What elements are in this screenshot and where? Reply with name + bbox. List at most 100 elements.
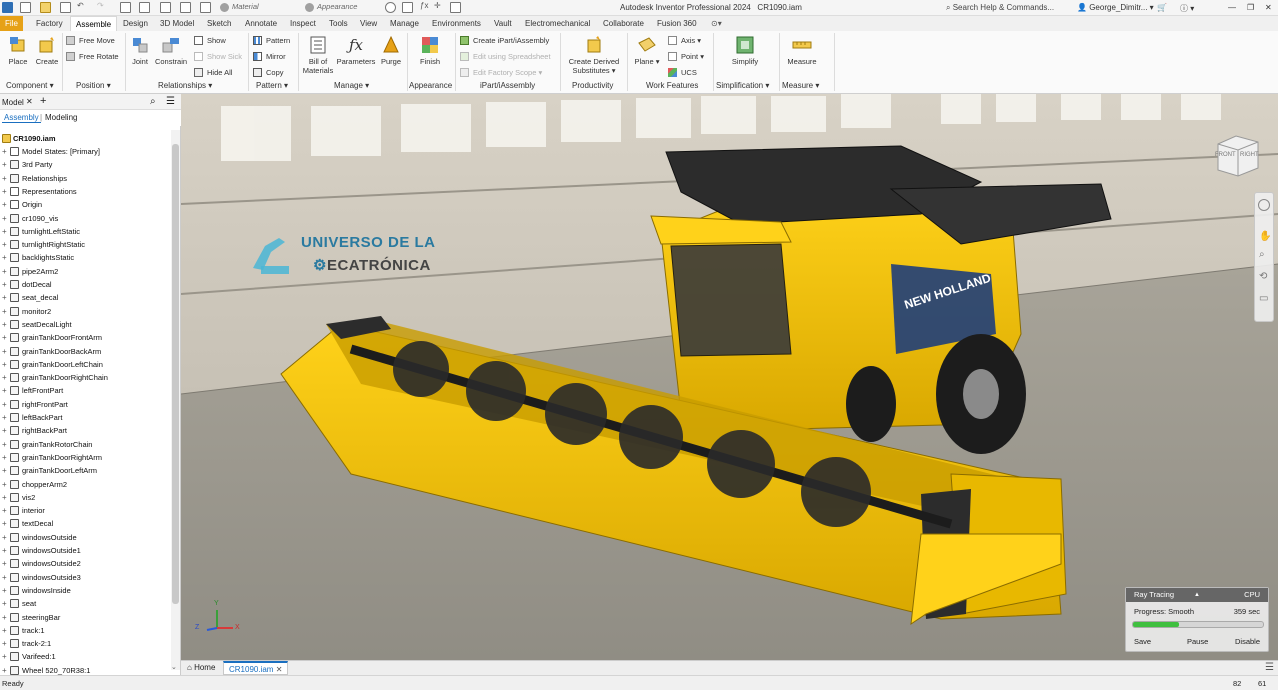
disable-render-button[interactable]: Disable — [1235, 637, 1260, 646]
expand-icon[interactable]: + — [2, 491, 7, 504]
material-combo[interactable]: Material — [220, 2, 259, 13]
tree-item[interactable]: + vis2 — [0, 491, 171, 504]
expand-icon[interactable]: + — [2, 251, 7, 264]
tree-item[interactable]: + steeringBar — [0, 611, 171, 624]
expand-icon[interactable]: + — [2, 398, 7, 411]
tab-design[interactable]: Design — [118, 16, 153, 31]
tree-item[interactable]: + seat — [0, 597, 171, 610]
expand-icon[interactable]: + — [2, 478, 7, 491]
tab-view[interactable]: View — [355, 16, 382, 31]
restore-icon[interactable]: ❐ — [1247, 3, 1254, 12]
tree-item[interactable]: + Representations — [0, 185, 171, 198]
tree-item[interactable]: + backlightsStatic — [0, 251, 171, 264]
tree-item[interactable]: + seatDecalLight — [0, 318, 171, 331]
undo-icon[interactable]: ↶ — [77, 1, 84, 10]
expand-icon[interactable]: + — [2, 451, 7, 464]
pause-render-button[interactable]: Pause — [1187, 637, 1208, 646]
expand-icon[interactable]: + — [2, 265, 7, 278]
expand-icon[interactable]: + — [2, 384, 7, 397]
close-panel-icon[interactable]: ✕ — [26, 97, 33, 106]
expand-icon[interactable]: + — [2, 584, 7, 597]
tree-item[interactable]: + leftFrontPart — [0, 384, 171, 397]
create-derived-substitutes-button[interactable]: Create Derived Substitutes ▾ — [565, 35, 623, 75]
parameters-button[interactable]: ƒx Parameters — [336, 35, 376, 66]
tree-item[interactable]: + Model States: [Primary] — [0, 145, 171, 158]
position-group-label[interactable]: Position ▾ — [76, 81, 111, 90]
work-features-group-label[interactable]: Work Features — [646, 81, 698, 90]
menu-icon[interactable]: ☰ — [166, 96, 175, 107]
tree-item[interactable]: + rightFrontPart — [0, 398, 171, 411]
expand-icon[interactable]: + — [2, 664, 7, 675]
edit-spreadsheet-button[interactable]: Edit using Spreadsheet — [460, 51, 551, 63]
tree-item[interactable]: + seat_decal — [0, 291, 171, 304]
expand-icon[interactable]: + — [2, 238, 7, 251]
tree-item[interactable]: + textDecal — [0, 517, 171, 530]
measure-quick-icon[interactable] — [180, 2, 191, 13]
expand-icon[interactable]: + — [2, 318, 7, 331]
expand-icon[interactable]: + — [2, 345, 7, 358]
hide-all-button[interactable]: Hide All — [194, 67, 232, 79]
tree-item[interactable]: + grainTankDoorFrontArm — [0, 331, 171, 344]
expand-icon[interactable]: + — [2, 358, 7, 371]
show-button[interactable]: Show — [194, 35, 226, 47]
tabs-dropdown-icon[interactable]: ⌄ — [171, 663, 177, 671]
tab-assembly[interactable]: Assembly — [2, 113, 41, 123]
tree-item[interactable]: + turnlightRightStatic — [0, 238, 171, 251]
pan-icon[interactable]: ✋ — [1259, 231, 1271, 242]
tree-item[interactable]: + Origin — [0, 198, 171, 211]
productivity-group-label[interactable]: Productivity — [572, 81, 613, 90]
expand-icon[interactable]: + — [2, 145, 7, 158]
expand-icon[interactable]: + — [2, 411, 7, 424]
appearance-group-label[interactable]: Appearance — [409, 81, 452, 90]
tree-item[interactable]: + grainTankDoorLeftArm — [0, 464, 171, 477]
expand-icon[interactable]: + — [2, 371, 7, 384]
save-icon[interactable] — [60, 2, 71, 13]
constrain-button[interactable]: Constrain — [154, 35, 188, 66]
tree-item[interactable]: + chopperArm2 — [0, 478, 171, 491]
purge-button[interactable]: Purge — [378, 35, 404, 66]
bill-of-materials-button[interactable]: Bill of Materials — [301, 35, 335, 75]
tree-item[interactable]: + windowsInside — [0, 584, 171, 597]
steering-wheel-icon[interactable] — [1258, 199, 1270, 211]
axis-button[interactable]: Axis ▾ — [668, 35, 701, 47]
tab-menu-icon[interactable]: ☰ — [1265, 662, 1274, 673]
manage-group-label[interactable]: Manage ▾ — [334, 81, 369, 90]
document-tab[interactable]: CR1090.iam ✕ — [223, 661, 289, 675]
simplify-button[interactable]: Simplify — [728, 35, 762, 66]
tab-inspect[interactable]: Inspect — [285, 16, 321, 31]
ray-tracing-mode[interactable]: CPU — [1244, 588, 1260, 602]
create-ipart-button[interactable]: Create iPart/iAssembly — [460, 35, 549, 47]
move-icon[interactable]: ✛ — [434, 1, 441, 10]
fx-icon[interactable]: ƒx — [420, 1, 428, 10]
expand-icon[interactable]: + — [2, 531, 7, 544]
simplification-group-label[interactable]: Simplification ▾ — [716, 81, 769, 90]
expand-icon[interactable]: + — [2, 438, 7, 451]
view-cube[interactable]: FRONT RIGHT — [1214, 134, 1260, 178]
tree-item[interactable]: +3rd Party — [0, 158, 171, 171]
expand-icon[interactable]: + — [2, 544, 7, 557]
tree-item[interactable]: + pipe2Arm2 — [0, 265, 171, 278]
tab-sketch[interactable]: Sketch — [202, 16, 236, 31]
tab-3d-model[interactable]: 3D Model — [155, 16, 199, 31]
plane-button[interactable]: Plane ▾ — [633, 35, 661, 66]
tree-item[interactable]: + windowsOutside — [0, 531, 171, 544]
search-box[interactable]: ⌕ Search Help & Commands... — [946, 3, 1054, 13]
expand-icon[interactable]: + — [2, 424, 7, 437]
viewcube-right-label[interactable]: RIGHT — [1240, 152, 1259, 158]
tab-manage[interactable]: Manage — [385, 16, 424, 31]
close-icon[interactable]: ✕ — [1265, 3, 1272, 12]
expand-icon[interactable]: + — [2, 650, 7, 663]
tree-item[interactable]: + grainTankRotorChain — [0, 438, 171, 451]
expand-icon[interactable]: + — [2, 464, 7, 477]
edit-factory-scope-button[interactable]: Edit Factory Scope ▾ — [460, 67, 542, 79]
home-icon[interactable] — [120, 2, 131, 13]
redo-icon[interactable]: ↷ — [97, 1, 104, 10]
tree-item[interactable]: + turnlightLeftStatic — [0, 225, 171, 238]
expand-icon[interactable]: + — [2, 504, 7, 517]
expand-icon[interactable]: + — [2, 571, 7, 584]
tab-factory[interactable]: Factory — [31, 16, 68, 31]
expand-icon[interactable]: + — [2, 611, 7, 624]
expand-icon[interactable]: + — [2, 198, 7, 211]
expand-icon[interactable]: + — [2, 172, 7, 185]
expand-icon[interactable]: + — [2, 212, 7, 225]
